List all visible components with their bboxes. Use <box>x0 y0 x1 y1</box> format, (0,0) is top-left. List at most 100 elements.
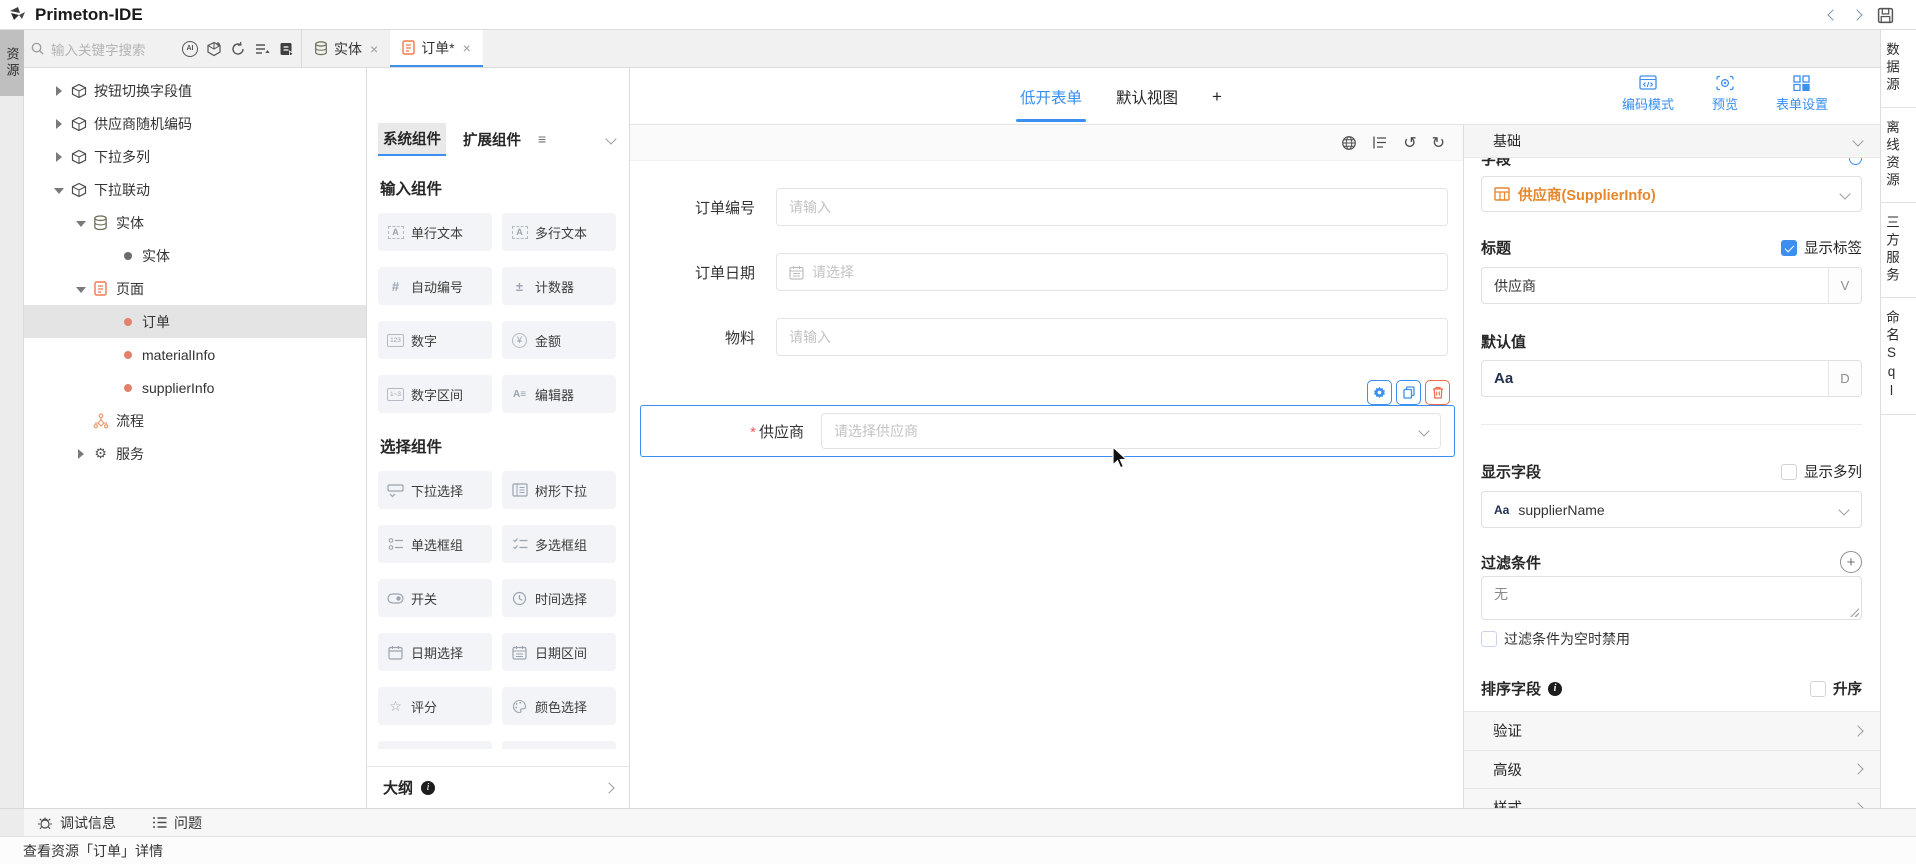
add-filter-button[interactable]: + <box>1840 551 1862 573</box>
strip-tab-third-party-services[interactable]: 三方服务 <box>1881 203 1916 297</box>
collapse-arrow-icon[interactable] <box>54 185 64 195</box>
tree-item-button-toggle[interactable]: 按钮切换字段值 <box>24 74 366 107</box>
properties-header[interactable]: 基础 <box>1464 125 1880 158</box>
strip-tab-datasource[interactable]: 数据源 <box>1881 30 1916 107</box>
tree-item-pages-group[interactable]: 页面 <box>24 272 366 305</box>
nav-back-icon[interactable] <box>1827 9 1838 20</box>
section-validation[interactable]: 验证 <box>1464 712 1880 751</box>
nav-forward-icon[interactable] <box>1851 9 1862 20</box>
checkbox-checked-icon[interactable] <box>1781 240 1797 256</box>
component-auto-number[interactable]: #自动编号 <box>378 267 492 305</box>
show-label-checkbox-row[interactable]: 显示标签 <box>1781 237 1862 258</box>
export-doc-icon[interactable] <box>278 41 295 57</box>
component-radio-group[interactable]: 单选框组 <box>378 525 492 563</box>
field-settings-button[interactable] <box>1367 380 1392 405</box>
tree-item-dropdown-multicol[interactable]: 下拉多列 <box>24 140 366 173</box>
globe-icon[interactable] <box>1341 135 1357 151</box>
component-editor[interactable]: A≡编辑器 <box>502 375 616 413</box>
outline-tree-icon[interactable] <box>1372 135 1388 150</box>
checkbox-unchecked-icon[interactable] <box>1481 631 1497 647</box>
expand-arrow-icon[interactable] <box>54 86 64 96</box>
delete-field-button[interactable] <box>1425 380 1450 405</box>
ai-icon[interactable]: AI <box>182 41 198 57</box>
view-tab-default-view[interactable]: 默认视图 <box>1116 68 1178 125</box>
tree-item-entity-group[interactable]: 实体 <box>24 206 366 239</box>
component-amount[interactable]: ¥金额 <box>502 321 616 359</box>
date-input[interactable]: 请选择 <box>776 253 1448 291</box>
form-field-material[interactable]: 物料 请输入 <box>630 318 1463 356</box>
tree-item-process[interactable]: 流程 <box>24 404 366 437</box>
form-field-order-date[interactable]: 订单日期 请选择 <box>630 253 1463 291</box>
tab-order[interactable]: 订单* × <box>390 30 483 67</box>
component-counter[interactable]: ±计数器 <box>502 267 616 305</box>
tree-item-supplier-random[interactable]: 供应商随机编码 <box>24 107 366 140</box>
component-color-picker[interactable]: 颜色选择 <box>502 687 616 725</box>
component-textarea[interactable]: A多行文本 <box>502 213 616 251</box>
text-input[interactable]: 请输入 <box>776 188 1448 226</box>
tree-item-order[interactable]: 订单 <box>24 305 366 338</box>
ascending-checkbox-row[interactable]: 升序 <box>1810 678 1862 699</box>
problems-tab[interactable]: 问题 <box>152 813 202 833</box>
code-mode-button[interactable]: 编码模式 <box>1622 75 1674 113</box>
component-checkbox-group[interactable]: 多选框组 <box>502 525 616 563</box>
component-number[interactable]: 123数字 <box>378 321 492 359</box>
component-date-picker[interactable]: 日期选择 <box>378 633 492 671</box>
component-rate[interactable]: ☆评分 <box>378 687 492 725</box>
search-input[interactable]: 输入关键字搜索 <box>51 39 182 59</box>
tree-item-supplierinfo[interactable]: supplierInfo <box>24 371 366 404</box>
supplier-select[interactable]: 请选择供应商 <box>821 413 1441 449</box>
component-tree-select[interactable]: 树形下拉 <box>502 471 616 509</box>
tab-order-close-icon[interactable]: × <box>463 40 471 56</box>
component-select[interactable]: 下拉选择 <box>378 471 492 509</box>
sort-list-icon[interactable] <box>254 41 270 57</box>
tab-entity[interactable]: 实体 × <box>302 30 390 67</box>
variable-toggle-button[interactable]: V <box>1828 268 1861 303</box>
collapse-arrow-icon[interactable] <box>76 284 86 294</box>
filter-disable-checkbox-row[interactable]: 过滤条件为空时禁用 <box>1481 629 1862 649</box>
strip-tab-offline-resources[interactable]: 离线资源 <box>1881 108 1916 202</box>
collapse-arrow-icon[interactable] <box>76 218 86 228</box>
undo-icon[interactable]: ↺ <box>1403 133 1416 153</box>
checkbox-unchecked-icon[interactable] <box>1810 681 1826 697</box>
add-view-button[interactable]: + <box>1212 68 1222 125</box>
component-time-picker[interactable]: 时间选择 <box>502 579 616 617</box>
default-value-input[interactable]: Aa D <box>1481 360 1862 397</box>
save-icon[interactable] <box>1877 7 1894 24</box>
text-input[interactable]: 请输入 <box>776 318 1448 356</box>
tab-entity-close-icon[interactable]: × <box>370 41 378 57</box>
component-text-input[interactable]: A单行文本 <box>378 213 492 251</box>
component-number-range[interactable]: 1~3数字区间 <box>378 375 492 413</box>
view-tab-lowcode-form[interactable]: 低开表单 <box>1020 68 1082 125</box>
resources-strip-tab[interactable]: 资源 <box>0 30 24 96</box>
title-input[interactable]: 供应商 V <box>1481 267 1862 304</box>
component-switch[interactable]: 开关 <box>378 579 492 617</box>
tree-item-entity[interactable]: 实体 <box>24 239 366 272</box>
section-advanced[interactable]: 高级 <box>1464 751 1880 790</box>
expand-arrow-icon[interactable] <box>54 152 64 162</box>
checkbox-unchecked-icon[interactable] <box>1781 464 1797 480</box>
debug-info-tab[interactable]: 调试信息 <box>37 813 116 833</box>
panel-menu-icon[interactable]: ≡ <box>538 131 546 147</box>
form-field-supplier-selected[interactable]: *供应商 请选择供应商 <box>640 405 1455 457</box>
tree-item-dropdown-linkage[interactable]: 下拉联动 <box>24 173 366 206</box>
tab-system-components[interactable]: 系统组件 <box>378 123 446 156</box>
default-type-button[interactable]: D <box>1828 361 1861 396</box>
tab-extension-components[interactable]: 扩展组件 <box>458 124 526 155</box>
expand-arrow-icon[interactable] <box>76 449 86 459</box>
copy-field-button[interactable] <box>1396 380 1421 405</box>
form-field-order-number[interactable]: 订单编号 请输入 <box>630 188 1463 226</box>
strip-tab-named-sql[interactable]: 命名Sql <box>1881 298 1916 414</box>
component-date-range[interactable]: 日期区间 <box>502 633 616 671</box>
multi-column-checkbox-row[interactable]: 显示多列 <box>1781 461 1862 482</box>
display-field-select[interactable]: Aa supplierName <box>1481 491 1862 528</box>
collapse-panel-icon[interactable] <box>605 133 616 144</box>
tree-item-services[interactable]: ⚙ 服务 <box>24 437 366 470</box>
refresh-icon[interactable] <box>230 41 246 57</box>
redo-icon[interactable]: ↻ <box>1432 133 1445 153</box>
preview-button[interactable]: 预览 <box>1712 75 1738 113</box>
field-bind-select[interactable]: 供应商(SupplierInfo) <box>1481 176 1862 212</box>
form-settings-button[interactable]: 表单设置 <box>1776 75 1828 113</box>
component-clipped[interactable] <box>502 741 616 749</box>
filter-textarea[interactable]: 无 <box>1481 576 1862 620</box>
outline-section[interactable]: 大纲 i <box>367 766 629 808</box>
